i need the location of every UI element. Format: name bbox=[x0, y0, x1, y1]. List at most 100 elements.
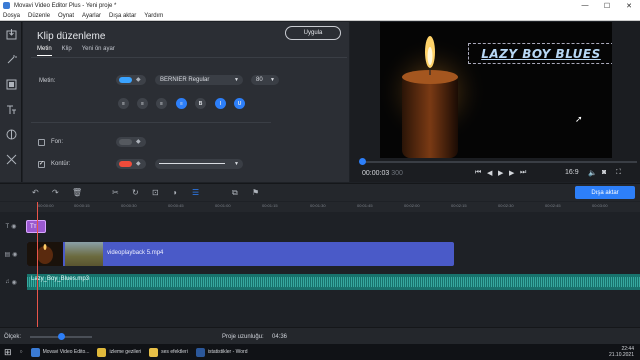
menu-export[interactable]: Dışa aktar bbox=[109, 13, 136, 19]
magic-wand-icon[interactable] bbox=[0, 47, 22, 72]
ruler-tick: 00:02:30 bbox=[498, 203, 514, 208]
outline-style-select[interactable]: ▼ bbox=[155, 159, 243, 169]
close-button[interactable]: ✕ bbox=[618, 2, 640, 10]
snapshot-icon[interactable]: ◙ bbox=[602, 169, 606, 176]
italic-button[interactable]: I bbox=[215, 98, 226, 109]
taskbar-app-explorer[interactable]: ses efektleri bbox=[149, 347, 188, 357]
align-center-button[interactable]: ≡ bbox=[137, 98, 148, 109]
zoom-slider[interactable] bbox=[30, 333, 92, 340]
timeline-toolbar: ↶ ↷ 🗑 ✂ ↻ ⊡ ◑ ☰ ⧉ ⚑ Dışa aktar bbox=[0, 183, 640, 201]
menu-help[interactable]: Yardım bbox=[144, 13, 163, 19]
line-style-preview bbox=[159, 163, 225, 164]
aspect-ratio-select[interactable]: 16:9 bbox=[565, 169, 579, 176]
step-back-icon[interactable]: ◀ bbox=[487, 169, 492, 177]
preview-scrubber[interactable] bbox=[359, 158, 637, 165]
color-adjust-icon[interactable]: ◑ bbox=[172, 188, 177, 197]
taskbar-app-browser[interactable]: izleme gezileri bbox=[97, 347, 141, 357]
ruler-tick: 00:00:00 bbox=[38, 203, 54, 208]
menu-settings[interactable]: Ayarlar bbox=[82, 13, 101, 19]
status-bar: Ölçek: Proje uzunluğu: 04:36 bbox=[0, 327, 640, 344]
speaker-icon[interactable]: ◉ bbox=[12, 279, 17, 286]
clock[interactable]: 22:44 21.10.2021 bbox=[609, 346, 634, 358]
menu-edit[interactable]: Düzenle bbox=[28, 13, 50, 19]
chevron-down-icon: ▼ bbox=[234, 77, 239, 83]
maximize-button[interactable]: ☐ bbox=[596, 2, 618, 10]
timeline-ruler[interactable]: 00:00:00 00:00:15 00:00:30 00:00:45 00:0… bbox=[0, 202, 640, 212]
align-left-button[interactable]: ≡ bbox=[118, 98, 129, 109]
mouse-cursor-icon: ➚ bbox=[575, 114, 583, 124]
font-value: BERNIER Regular bbox=[160, 77, 210, 83]
bold-button[interactable]: B bbox=[195, 98, 206, 109]
timeline-playhead[interactable] bbox=[37, 202, 38, 327]
ruler-tick: 00:00:30 bbox=[121, 203, 137, 208]
tab-clip[interactable]: Klip bbox=[62, 46, 72, 56]
taskbar-app-word[interactable]: istatistikler - Word bbox=[195, 347, 247, 357]
video-thumbnail bbox=[65, 242, 103, 266]
taskbar-app-movavi[interactable]: Movavi Video Edito... bbox=[30, 347, 89, 357]
export-button[interactable]: Dışa aktar bbox=[575, 186, 635, 199]
menu-file[interactable]: Dosya bbox=[3, 13, 20, 19]
menu-play[interactable]: Oynat bbox=[58, 13, 74, 19]
scrubber-handle[interactable] bbox=[359, 158, 366, 165]
volume-icon[interactable]: 🔈 bbox=[588, 169, 597, 177]
title-track-header: T ◉ bbox=[0, 220, 22, 233]
fill-checkbox[interactable] bbox=[38, 139, 45, 146]
cut-icon[interactable]: ✂ bbox=[112, 188, 119, 197]
apply-button[interactable]: Uygula bbox=[285, 26, 341, 40]
video-frame[interactable]: LAZY BOY BLUES ➚ bbox=[380, 22, 612, 158]
undo-icon[interactable]: ↶ bbox=[32, 188, 39, 197]
video-clip[interactable]: videoplayback 5.mp4 bbox=[27, 242, 454, 266]
fullscreen-icon[interactable]: ⛶ bbox=[616, 169, 621, 177]
minimize-button[interactable]: — bbox=[574, 2, 596, 10]
window-title: Movavi Video Editor Plus - Yeni proje * bbox=[14, 2, 117, 9]
duration-value: 04:36 bbox=[272, 334, 288, 340]
step-forward-icon[interactable]: ▶ bbox=[509, 169, 514, 177]
align-justify-button[interactable]: ≡ bbox=[176, 98, 187, 109]
ruler-tick: 00:01:45 bbox=[357, 203, 373, 208]
transitions-icon[interactable] bbox=[0, 122, 22, 147]
title-track-icon: T bbox=[5, 223, 10, 230]
scale-label: Ölçek: bbox=[4, 334, 22, 340]
marker-icon[interactable]: ⚑ bbox=[252, 188, 259, 197]
ruler-tick: 00:02:45 bbox=[545, 203, 561, 208]
titles-icon[interactable] bbox=[0, 97, 22, 122]
menu-bar: Dosya Düzenle Oynat Ayarlar Dışa aktar Y… bbox=[0, 11, 640, 21]
text-color-toggle[interactable]: ◆ bbox=[116, 75, 146, 85]
delete-icon[interactable]: 🗑 bbox=[72, 188, 82, 197]
outline-checkbox[interactable]: ✓ bbox=[38, 161, 45, 168]
timeline-tracks: T ◉ ▤ ◉ ♫ ◉ Tт videoplayback 5.mp4 Lazy_… bbox=[0, 212, 640, 327]
audio-waveform bbox=[27, 277, 640, 287]
eye-icon[interactable]: ◉ bbox=[11, 223, 16, 230]
paint-bucket-icon: ◆ bbox=[136, 139, 141, 145]
import-icon[interactable] bbox=[0, 22, 22, 47]
tab-new-preset[interactable]: Yeni ön ayar bbox=[82, 46, 115, 56]
font-size-select[interactable]: 80 ▼ bbox=[251, 75, 279, 85]
filters-icon[interactable] bbox=[0, 72, 22, 97]
clip-properties-icon[interactable]: ☰ bbox=[192, 188, 199, 197]
more-tools-icon[interactable] bbox=[0, 147, 22, 172]
audio-track-icon: ♫ bbox=[5, 279, 10, 285]
skip-start-icon[interactable]: ⏮ bbox=[475, 169, 481, 177]
ruler-tick: 00:01:30 bbox=[310, 203, 326, 208]
title-clip[interactable]: Tт bbox=[26, 220, 46, 233]
font-select[interactable]: BERNIER Regular ▼ bbox=[155, 75, 243, 85]
eye-icon[interactable]: ◉ bbox=[12, 251, 17, 258]
search-icon[interactable]: ○ bbox=[20, 349, 23, 355]
play-icon[interactable]: ▶ bbox=[498, 169, 503, 177]
rotate-icon[interactable]: ↻ bbox=[132, 188, 139, 197]
zoom-slider-handle[interactable] bbox=[58, 333, 65, 340]
preview-player: LAZY BOY BLUES ➚ 00:00:03 300 ⏮ ◀ ▶ ▶ ⏭ … bbox=[350, 22, 640, 182]
start-button[interactable]: ⊞ bbox=[4, 347, 12, 358]
record-icon[interactable]: ⧉ bbox=[232, 188, 238, 198]
title-overlay-box[interactable]: LAZY BOY BLUES bbox=[468, 43, 612, 64]
audio-clip[interactable]: Lazy_Boy_Blues.mp3 bbox=[27, 274, 640, 290]
outline-color-toggle[interactable]: ◆ bbox=[116, 159, 146, 169]
align-right-button[interactable]: ≡ bbox=[156, 98, 167, 109]
crop-icon[interactable]: ⊡ bbox=[152, 188, 159, 197]
tab-text[interactable]: Metin bbox=[37, 46, 52, 56]
video-thumbnail bbox=[27, 242, 63, 266]
skip-end-icon[interactable]: ⏭ bbox=[520, 169, 526, 177]
fill-color-toggle[interactable]: ◆ bbox=[116, 137, 146, 147]
underline-button[interactable]: U bbox=[234, 98, 245, 109]
redo-icon[interactable]: ↷ bbox=[52, 188, 59, 197]
